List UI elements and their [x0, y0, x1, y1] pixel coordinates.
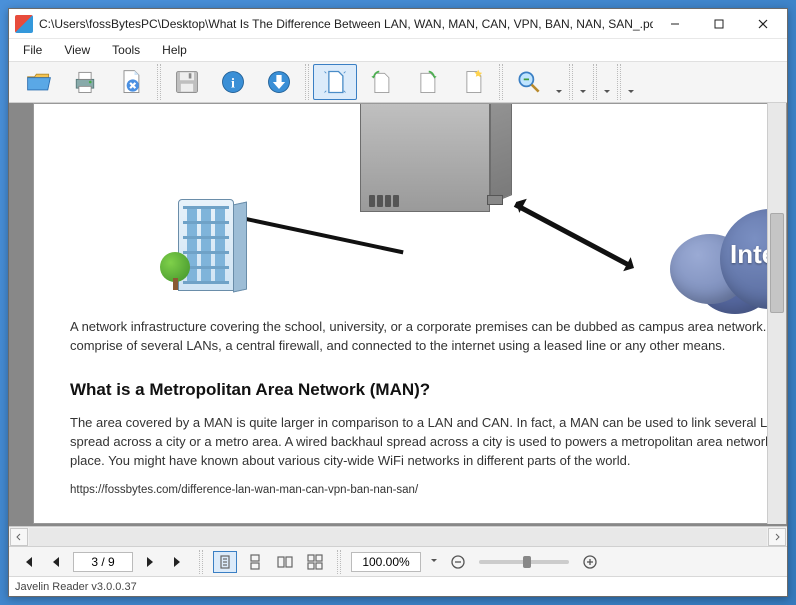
toolbar-overflow-2[interactable]: [601, 64, 613, 100]
next-page-button[interactable]: [139, 551, 161, 573]
minimize-button[interactable]: [653, 10, 697, 38]
scroll-thumb[interactable]: [770, 213, 784, 313]
connection-arrow: [514, 202, 631, 267]
toolbar-separator: [617, 64, 621, 100]
statusbar: Javelin Reader v3.0.0.37: [9, 576, 787, 596]
toolbar-separator: [593, 64, 597, 100]
close-button[interactable]: [741, 10, 785, 38]
zoom-slider-knob[interactable]: [523, 556, 531, 568]
toolbar: i: [9, 61, 787, 103]
toolbar-overflow-3[interactable]: [625, 64, 637, 100]
find-dropdown[interactable]: [553, 64, 565, 100]
download-button[interactable]: [257, 64, 301, 100]
menu-tools[interactable]: Tools: [102, 41, 150, 59]
tree-icon: [160, 252, 190, 290]
save-button[interactable]: [165, 64, 209, 100]
open-file-button[interactable]: [17, 64, 61, 100]
zoom-slider[interactable]: [479, 560, 569, 564]
layout-facing-button[interactable]: [273, 551, 297, 573]
prev-page-button[interactable]: [45, 551, 67, 573]
connection-line: [232, 214, 404, 254]
app-icon: [15, 15, 33, 33]
vertical-scrollbar[interactable]: [767, 103, 785, 524]
remove-document-button[interactable]: [109, 64, 153, 100]
rotate-left-button[interactable]: [359, 64, 403, 100]
document-area: Internet A network infrastructure coveri…: [9, 103, 787, 546]
server-icon: [360, 103, 520, 214]
zoom-in-button[interactable]: [579, 551, 601, 573]
paragraph: The area covered by a MAN is quite large…: [70, 414, 787, 471]
layout-single-button[interactable]: [213, 551, 237, 573]
svg-text:i: i: [231, 76, 235, 91]
info-button[interactable]: i: [211, 64, 255, 100]
footer-url: https://fossbytes.com/difference-lan-wan…: [70, 482, 787, 499]
bottom-toolbar: 100.00%: [9, 546, 787, 576]
titlebar: C:\Users\fossBytesPC\Desktop\What Is The…: [9, 9, 787, 39]
section-heading: What is a Metropolitan Area Network (MAN…: [70, 378, 787, 403]
toolbar-separator: [499, 64, 503, 100]
app-window: C:\Users\fossBytesPC\Desktop\What Is The…: [8, 8, 788, 597]
separator: [199, 550, 203, 574]
network-diagram: Internet: [70, 104, 787, 304]
rotate-right-button[interactable]: [405, 64, 449, 100]
paragraph: A network infrastructure covering the sc…: [70, 318, 787, 356]
toolbar-separator: [305, 64, 309, 100]
menu-file[interactable]: File: [13, 41, 52, 59]
toolbar-overflow-1[interactable]: [577, 64, 589, 100]
layout-continuous-button[interactable]: [243, 551, 267, 573]
zoom-out-button[interactable]: [447, 551, 469, 573]
fit-page-button[interactable]: [313, 64, 357, 100]
layout-facing-continuous-button[interactable]: [303, 551, 327, 573]
first-page-button[interactable]: [17, 551, 39, 573]
toolbar-separator: [569, 64, 573, 100]
separator: [337, 550, 341, 574]
pdf-page[interactable]: Internet A network infrastructure coveri…: [33, 103, 787, 524]
menu-view[interactable]: View: [54, 41, 100, 59]
status-text: Javelin Reader v3.0.0.37: [15, 581, 137, 593]
maximize-button[interactable]: [697, 10, 741, 38]
scroll-right-button[interactable]: [768, 528, 786, 546]
window-controls: [653, 10, 785, 38]
print-button[interactable]: [63, 64, 107, 100]
menu-help[interactable]: Help: [152, 41, 197, 59]
find-button[interactable]: [507, 64, 551, 100]
zoom-dropdown[interactable]: [427, 559, 441, 565]
page-number-input[interactable]: [73, 552, 133, 572]
last-page-button[interactable]: [167, 551, 189, 573]
horizontal-scrollbar[interactable]: [9, 526, 787, 546]
new-page-button[interactable]: [451, 64, 495, 100]
menubar: File View Tools Help: [9, 39, 787, 61]
window-title: C:\Users\fossBytesPC\Desktop\What Is The…: [39, 17, 653, 31]
scroll-left-button[interactable]: [10, 528, 28, 546]
toolbar-separator: [157, 64, 161, 100]
zoom-value[interactable]: 100.00%: [351, 552, 421, 572]
